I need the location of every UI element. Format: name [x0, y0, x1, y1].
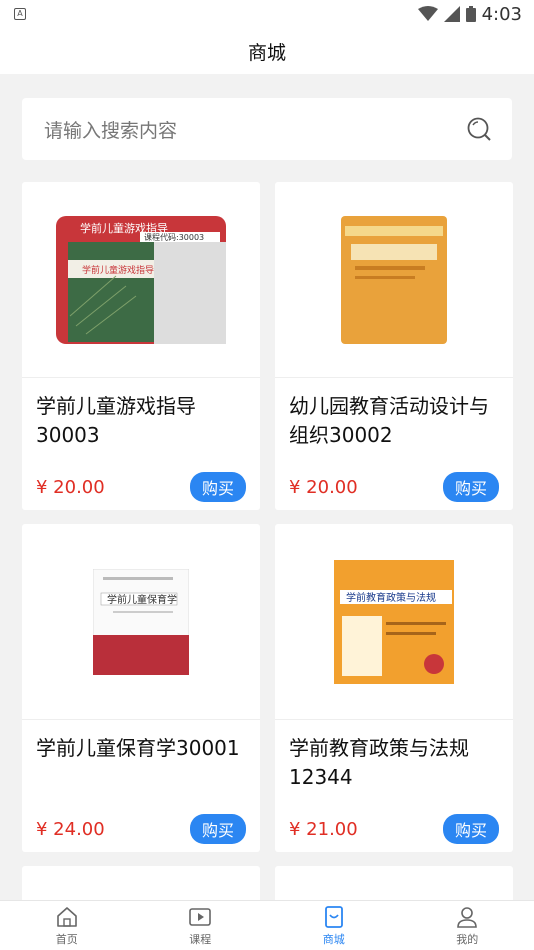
clock-text: 4:03 — [481, 3, 522, 25]
book-cover-image: 学前教育政策与法规 — [334, 559, 454, 684]
product-price: ¥ 20.00 — [36, 476, 105, 498]
tab-label: 商城 — [322, 932, 345, 946]
cover-code: 课程代码:30003 — [144, 232, 204, 242]
book-cover-image — [341, 215, 447, 344]
buy-button[interactable]: 购买 — [189, 472, 246, 502]
tab-label: 我的 — [456, 932, 479, 946]
product-title: 幼儿园教育活动设计与组织30002 — [289, 394, 489, 447]
product-price: ¥ 21.00 — [289, 818, 358, 840]
product-card[interactable]: 学前儿童保育学 学前儿童保育学30001 ¥ 24.00 购买 — [22, 524, 260, 852]
home-icon — [56, 906, 77, 927]
cover-title: 学前儿童保育学 — [107, 593, 177, 606]
status-bar: A 4:03 — [0, 0, 534, 28]
search-placeholder: 请输入搜索内容 — [44, 119, 178, 142]
product-card[interactable]: 幼儿园教育活动设计与组织30002 ¥ 20.00 购买 — [275, 182, 513, 510]
search-input[interactable]: 请输入搜索内容 — [22, 98, 512, 160]
product-cover[interactable]: 学前儿童游戏指导 学前儿童游戏指导 课程代码:30003 — [22, 182, 260, 378]
book-cover-image: 学前儿童游戏指导 学前儿童游戏指导 课程代码:30003 — [56, 215, 226, 344]
search-icon[interactable] — [466, 116, 492, 142]
user-icon — [457, 906, 478, 928]
tab-mine[interactable]: 我的 — [401, 901, 534, 950]
cover-small-title: 学前儿童游戏指导 — [82, 264, 154, 276]
status-icons: 4:03 — [417, 3, 522, 25]
product-cover[interactable] — [275, 182, 513, 378]
play-icon — [189, 907, 212, 926]
product-card[interactable]: 学前教育政策与法规 学前教育政策与法规12344 ¥ 21.00 购买 — [275, 524, 513, 852]
buy-button[interactable]: 购买 — [442, 472, 499, 502]
card-footer: ¥ 21.00 购买 — [275, 806, 513, 852]
shop-icon — [324, 905, 343, 928]
wifi-icon — [417, 6, 438, 21]
product-card[interactable]: 学前儿童游戏指导 学前儿童游戏指导 课程代码:30003 学前儿童游戏指导300… — [22, 182, 260, 510]
tab-label: 首页 — [55, 932, 78, 946]
buy-button[interactable]: 购买 — [442, 814, 499, 844]
signal-icon — [443, 6, 460, 22]
tab-home[interactable]: 首页 — [0, 901, 134, 950]
product-price: ¥ 20.00 — [289, 476, 358, 498]
notification-icon: A — [14, 8, 26, 20]
product-title: 学前儿童保育学30001 — [36, 736, 240, 760]
tab-label: 课程 — [189, 932, 212, 946]
page-header: 商城 — [0, 28, 534, 74]
buy-button[interactable]: 购买 — [189, 814, 246, 844]
card-footer: ¥ 24.00 购买 — [22, 806, 260, 852]
product-cover[interactable]: 学前儿童保育学 — [22, 524, 260, 720]
product-price: ¥ 24.00 — [36, 818, 105, 840]
card-footer: ¥ 20.00 购买 — [275, 464, 513, 510]
product-cover[interactable]: 学前教育政策与法规 — [275, 524, 513, 720]
cover-title: 学前教育政策与法规 — [346, 591, 436, 604]
tab-shop[interactable]: 商城 — [267, 901, 401, 950]
book-cover-image: 学前儿童保育学 — [93, 568, 189, 675]
tab-course[interactable]: 课程 — [134, 901, 268, 950]
page-title: 商城 — [247, 41, 286, 64]
product-title: 学前儿童游戏指导30003 — [36, 394, 196, 447]
product-title: 学前教育政策与法规12344 — [289, 736, 469, 789]
card-footer: ¥ 20.00 购买 — [22, 464, 260, 510]
battery-icon — [465, 6, 476, 22]
bottom-tab-bar: 首页 课程 商城 我的 — [0, 900, 534, 950]
